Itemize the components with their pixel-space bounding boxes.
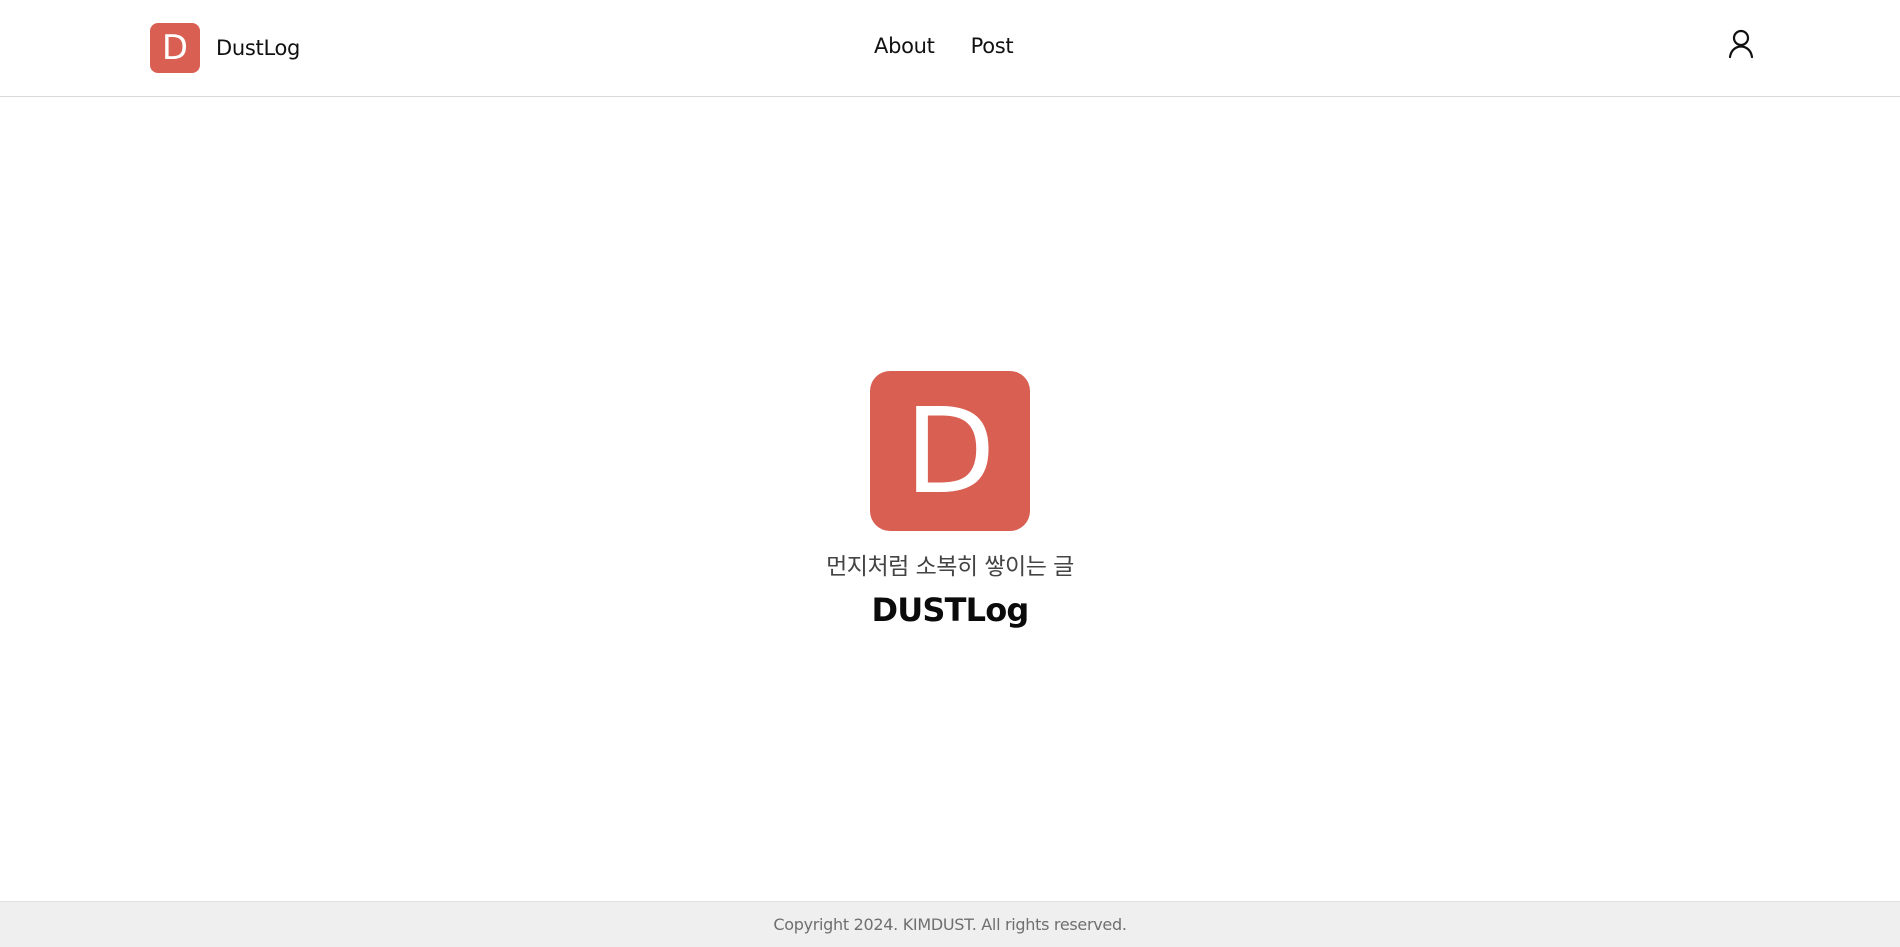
copyright-text: Copyright 2024. KIMDUST. All rights rese… <box>773 915 1127 934</box>
brand-logo: D <box>150 23 200 73</box>
site-header: D DustLog About Post <box>0 0 1900 97</box>
brand-home-link[interactable]: D DustLog <box>150 23 300 73</box>
page: D DustLog About Post D 먼지처럼 소복히 쌓이는 글 DU… <box>0 0 1900 947</box>
hero-title: DUSTLog <box>871 591 1029 629</box>
brand-name: DustLog <box>216 36 301 60</box>
hero-section: D 먼지처럼 소복히 쌓이는 글 DUSTLog <box>0 371 1900 629</box>
nav-link-post[interactable]: Post <box>971 34 1014 58</box>
site-footer: Copyright 2024. KIMDUST. All rights rese… <box>0 901 1900 947</box>
hero-tagline: 먼지처럼 소복히 쌓이는 글 <box>826 554 1074 580</box>
main-content: D 먼지처럼 소복히 쌓이는 글 DUSTLog <box>0 97 1900 901</box>
user-icon <box>1728 29 1754 59</box>
nav-link-about[interactable]: About <box>874 34 935 58</box>
user-account-button[interactable] <box>1727 28 1755 60</box>
main-nav: About Post <box>874 34 1014 58</box>
hero-logo: D <box>870 371 1030 531</box>
